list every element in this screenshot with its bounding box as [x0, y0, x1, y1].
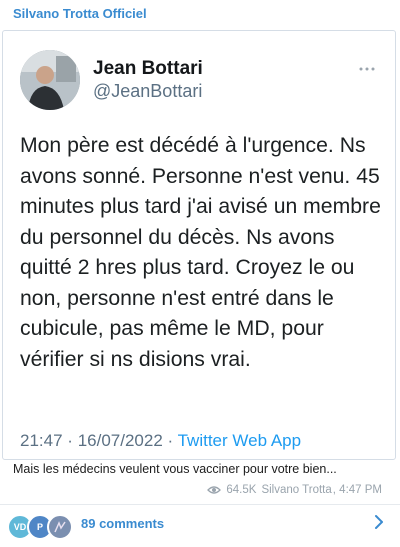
- more-dots-icon[interactable]: [359, 58, 375, 76]
- channel-name[interactable]: Silvano Trotta Officiel: [13, 6, 147, 21]
- message-time: , 4:47 PM: [332, 484, 382, 496]
- eye-icon: [207, 486, 222, 494]
- tweet-meta: 21:47 · 16/07/2022 · Twitter Web App: [20, 431, 301, 451]
- author-avatar[interactable]: [20, 50, 80, 110]
- tweet-source-link[interactable]: Twitter Web App: [178, 431, 301, 450]
- comments-count[interactable]: 89 comments: [81, 516, 164, 531]
- tweet-date[interactable]: 16/07/2022: [78, 431, 163, 450]
- commenter-avatar: [47, 514, 73, 540]
- comments-bar[interactable]: VD P 89 comments: [0, 505, 400, 547]
- tweet-text: Mon père est décédé à l'urgence. Ns avon…: [20, 134, 381, 371]
- message-caption: Mais les médecins veulent vous vacciner …: [13, 462, 337, 476]
- tweet-time: 21:47: [20, 431, 63, 450]
- commenter-photo: [54, 521, 66, 533]
- meta-separator: ·: [167, 431, 174, 450]
- author-photo: [20, 50, 80, 110]
- tweet-card[interactable]: Jean Bottari @JeanBottari Mon père est d…: [2, 30, 396, 460]
- message-meta: 64.5K Silvano Trotta, 4:47 PM: [207, 484, 382, 496]
- author-name[interactable]: Jean Bottari: [93, 58, 203, 80]
- meta-separator: ·: [67, 431, 73, 450]
- author-handle[interactable]: @JeanBottari: [93, 81, 202, 102]
- chevron-right-icon[interactable]: [374, 514, 384, 535]
- view-count: 64.5K: [226, 484, 257, 496]
- message-author: Silvano Trotta: [261, 484, 332, 496]
